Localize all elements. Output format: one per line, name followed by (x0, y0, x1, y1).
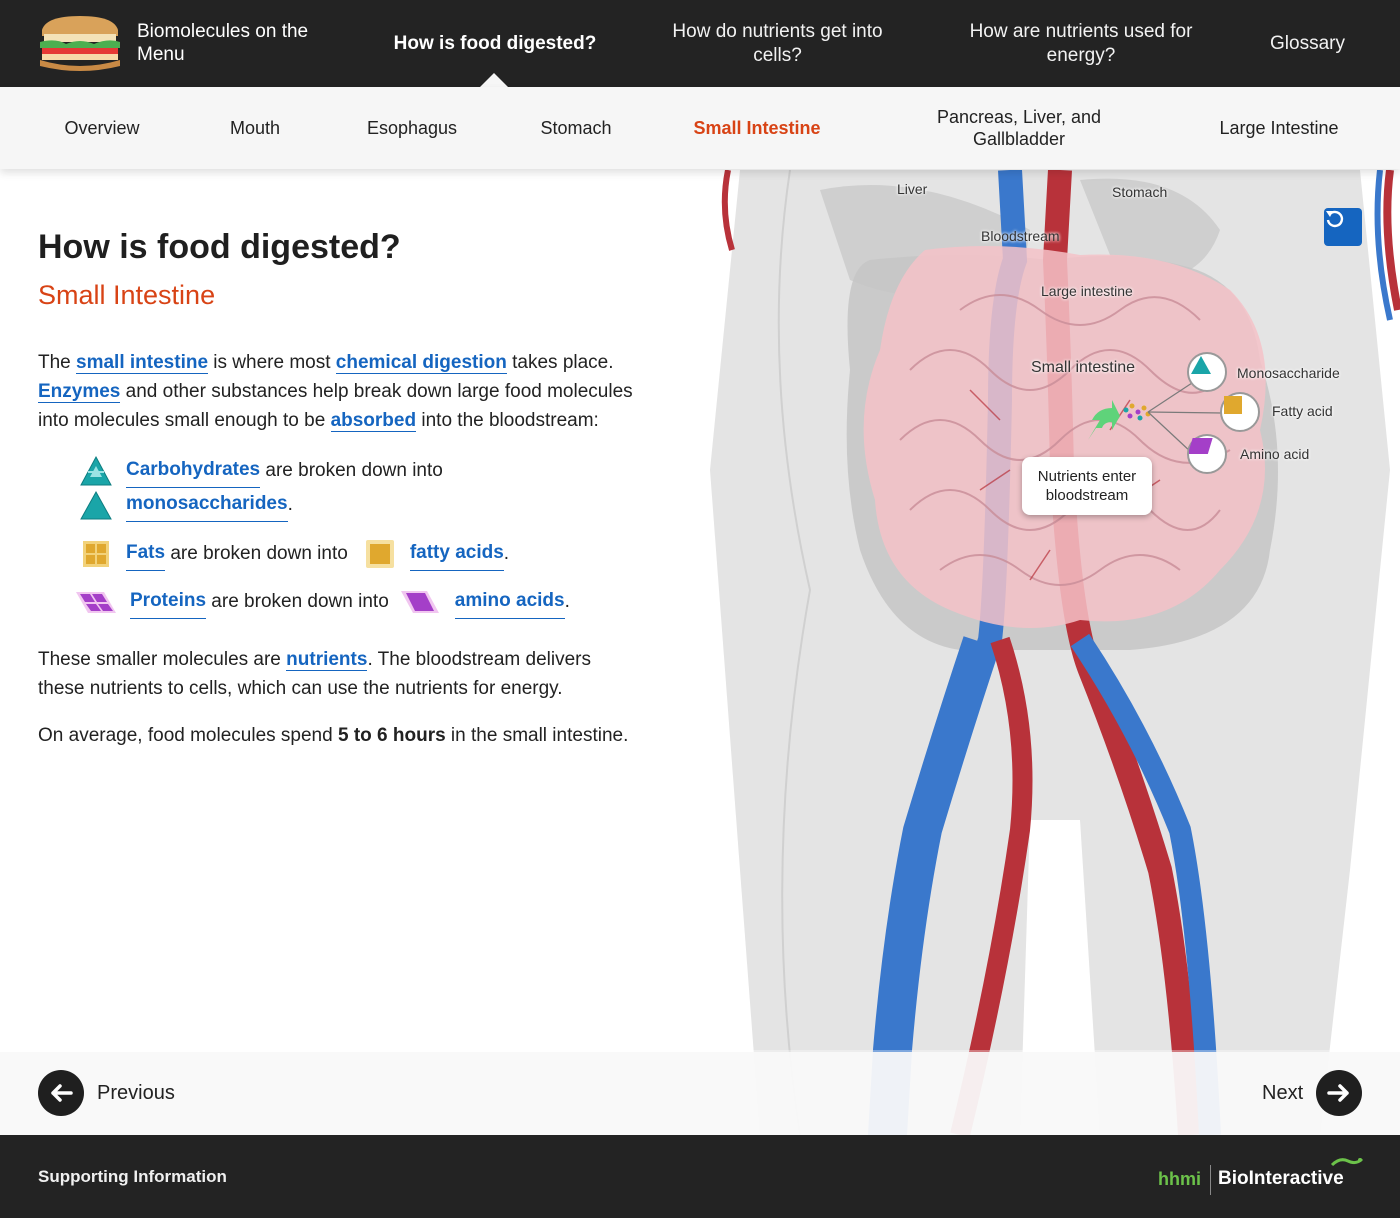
text: The (38, 352, 77, 373)
label-fatty-acid: Fatty acid (1272, 403, 1333, 419)
link-monosaccharides[interactable]: monosaccharides (126, 487, 288, 522)
arrow-right-icon (1316, 1070, 1363, 1116)
arrow-left-icon (38, 1070, 84, 1116)
reset-button[interactable] (1324, 208, 1362, 246)
amino-acid-icon (1189, 438, 1213, 454)
label-stomach: Stomach (1112, 184, 1168, 200)
link-proteins[interactable]: Proteins (130, 584, 207, 619)
nutrients-paragraph: These smaller molecules are nutrients. T… (38, 645, 638, 703)
subnav-large-intestine[interactable]: Large Intestine (1210, 87, 1348, 169)
subnav-overview[interactable]: Overview (50, 87, 154, 169)
anatomy-illustration (700, 170, 1400, 1135)
hhmi-logo[interactable]: hhmi (1158, 1169, 1201, 1190)
text: takes place. (506, 352, 614, 373)
label-large-intestine: Large intestine (1041, 283, 1133, 299)
bold-duration: 5 to 6 hours (337, 725, 446, 746)
page-title: How is food digested? (38, 228, 401, 266)
biointeractive-logo[interactable]: BioInteractive (1218, 1168, 1344, 1190)
pager: Previous Next (0, 1052, 1400, 1135)
amino-acid-marker[interactable] (1187, 434, 1227, 474)
section-subtitle: Small Intestine (38, 280, 216, 310)
supporting-information-link[interactable]: Supporting Information (38, 1167, 227, 1187)
reset-icon (1326, 210, 1344, 228)
link-small-intestine[interactable]: small intestine (76, 352, 209, 374)
fatty-acid-icon (1224, 396, 1242, 414)
digestive-system-diagram: Liver Stomach Bloodstream Large intestin… (700, 170, 1400, 1135)
link-nutrients[interactable]: nutrients (286, 649, 368, 671)
nav-nutrients-into-cells[interactable]: How do nutrients get into cells? (655, 0, 900, 87)
label-bloodstream: Bloodstream (981, 228, 1060, 244)
link-fatty-acids[interactable]: fatty acids (409, 536, 504, 571)
active-nav-caret (480, 73, 508, 87)
text: On average, food molecules spend (38, 725, 338, 746)
link-enzymes[interactable]: Enzymes (38, 381, 121, 403)
intro-paragraph: The small intestine is where most chemic… (38, 348, 638, 435)
nav-glossary[interactable]: Glossary (1250, 0, 1365, 87)
text: into the bloodstream: (416, 410, 599, 431)
amino-acid-icon (400, 590, 439, 613)
nav-nutrients-energy[interactable]: How are nutrients used for energy? (955, 0, 1207, 87)
brand[interactable]: Biomolecules on the Menu (36, 12, 327, 74)
text: is where most (208, 352, 336, 373)
next-button[interactable]: Next (1262, 1070, 1363, 1116)
label-monosaccharide: Monosaccharide (1237, 365, 1340, 381)
next-label: Next (1262, 1081, 1304, 1104)
list-item-proteins: Proteins are broken down into amino acid… (76, 584, 570, 619)
section-subnav: Overview Mouth Esophagus Stomach Small I… (0, 87, 1400, 169)
logo-divider (1210, 1165, 1211, 1195)
previous-button[interactable]: Previous (38, 1070, 175, 1116)
link-amino-acids[interactable]: amino acids (454, 584, 565, 619)
monosaccharide-icon (80, 490, 112, 519)
text: . (503, 542, 510, 564)
link-chemical-digestion[interactable]: chemical digestion (335, 352, 507, 374)
fatty-acid-icon (365, 539, 394, 568)
text: are broken down into (206, 590, 389, 612)
footer: Supporting Information hhmi BioInteracti… (0, 1135, 1400, 1218)
link-fats[interactable]: Fats (126, 536, 166, 571)
monosaccharide-marker[interactable] (1187, 352, 1227, 392)
subnav-mouth[interactable]: Mouth (215, 87, 295, 169)
label-small-intestine: Small intestine (1031, 359, 1136, 376)
subnav-pancreas-liver-gallbladder[interactable]: Pancreas, Liver, and Gallbladder (928, 87, 1110, 169)
previous-label: Previous (97, 1081, 175, 1104)
subnav-small-intestine[interactable]: Small Intestine (690, 87, 824, 169)
fat-icon (83, 540, 109, 567)
label-amino-acid: Amino acid (1240, 446, 1310, 462)
text: are broken down into (165, 542, 348, 564)
list-item-carbohydrates: Carbohydrates are broken down into (78, 453, 443, 488)
text: . (287, 493, 293, 515)
text: . (564, 590, 570, 612)
brand-title: Biomolecules on the Menu (137, 21, 309, 65)
text: in the small intestine. (445, 725, 629, 746)
label-liver: Liver (897, 181, 928, 197)
sandwich-logo-icon (40, 16, 120, 71)
text: These smaller molecules are (38, 649, 287, 670)
text: are broken down into (260, 459, 443, 481)
top-navigation: Biomolecules on the Menu How is food dig… (0, 0, 1400, 87)
fatty-acid-marker[interactable] (1220, 392, 1260, 432)
subnav-stomach[interactable]: Stomach (530, 87, 622, 169)
monosaccharide-icon (1191, 356, 1211, 374)
list-item-fats: Fats are broken down into fatty acids. (78, 536, 509, 571)
nutrients-enter-bloodstream-callout: Nutrients enter bloodstream (1022, 457, 1152, 515)
link-carbohydrates[interactable]: Carbohydrates (126, 453, 261, 488)
lizard-logo-icon (1330, 1157, 1364, 1167)
list-item-monosaccharides: monosaccharides. (78, 487, 293, 522)
link-absorbed[interactable]: absorbed (330, 410, 417, 432)
subnav-esophagus[interactable]: Esophagus (360, 87, 464, 169)
protein-icon (76, 591, 116, 613)
time-paragraph: On average, food molecules spend 5 to 6 … (38, 721, 638, 750)
carbohydrate-icon (80, 455, 112, 485)
